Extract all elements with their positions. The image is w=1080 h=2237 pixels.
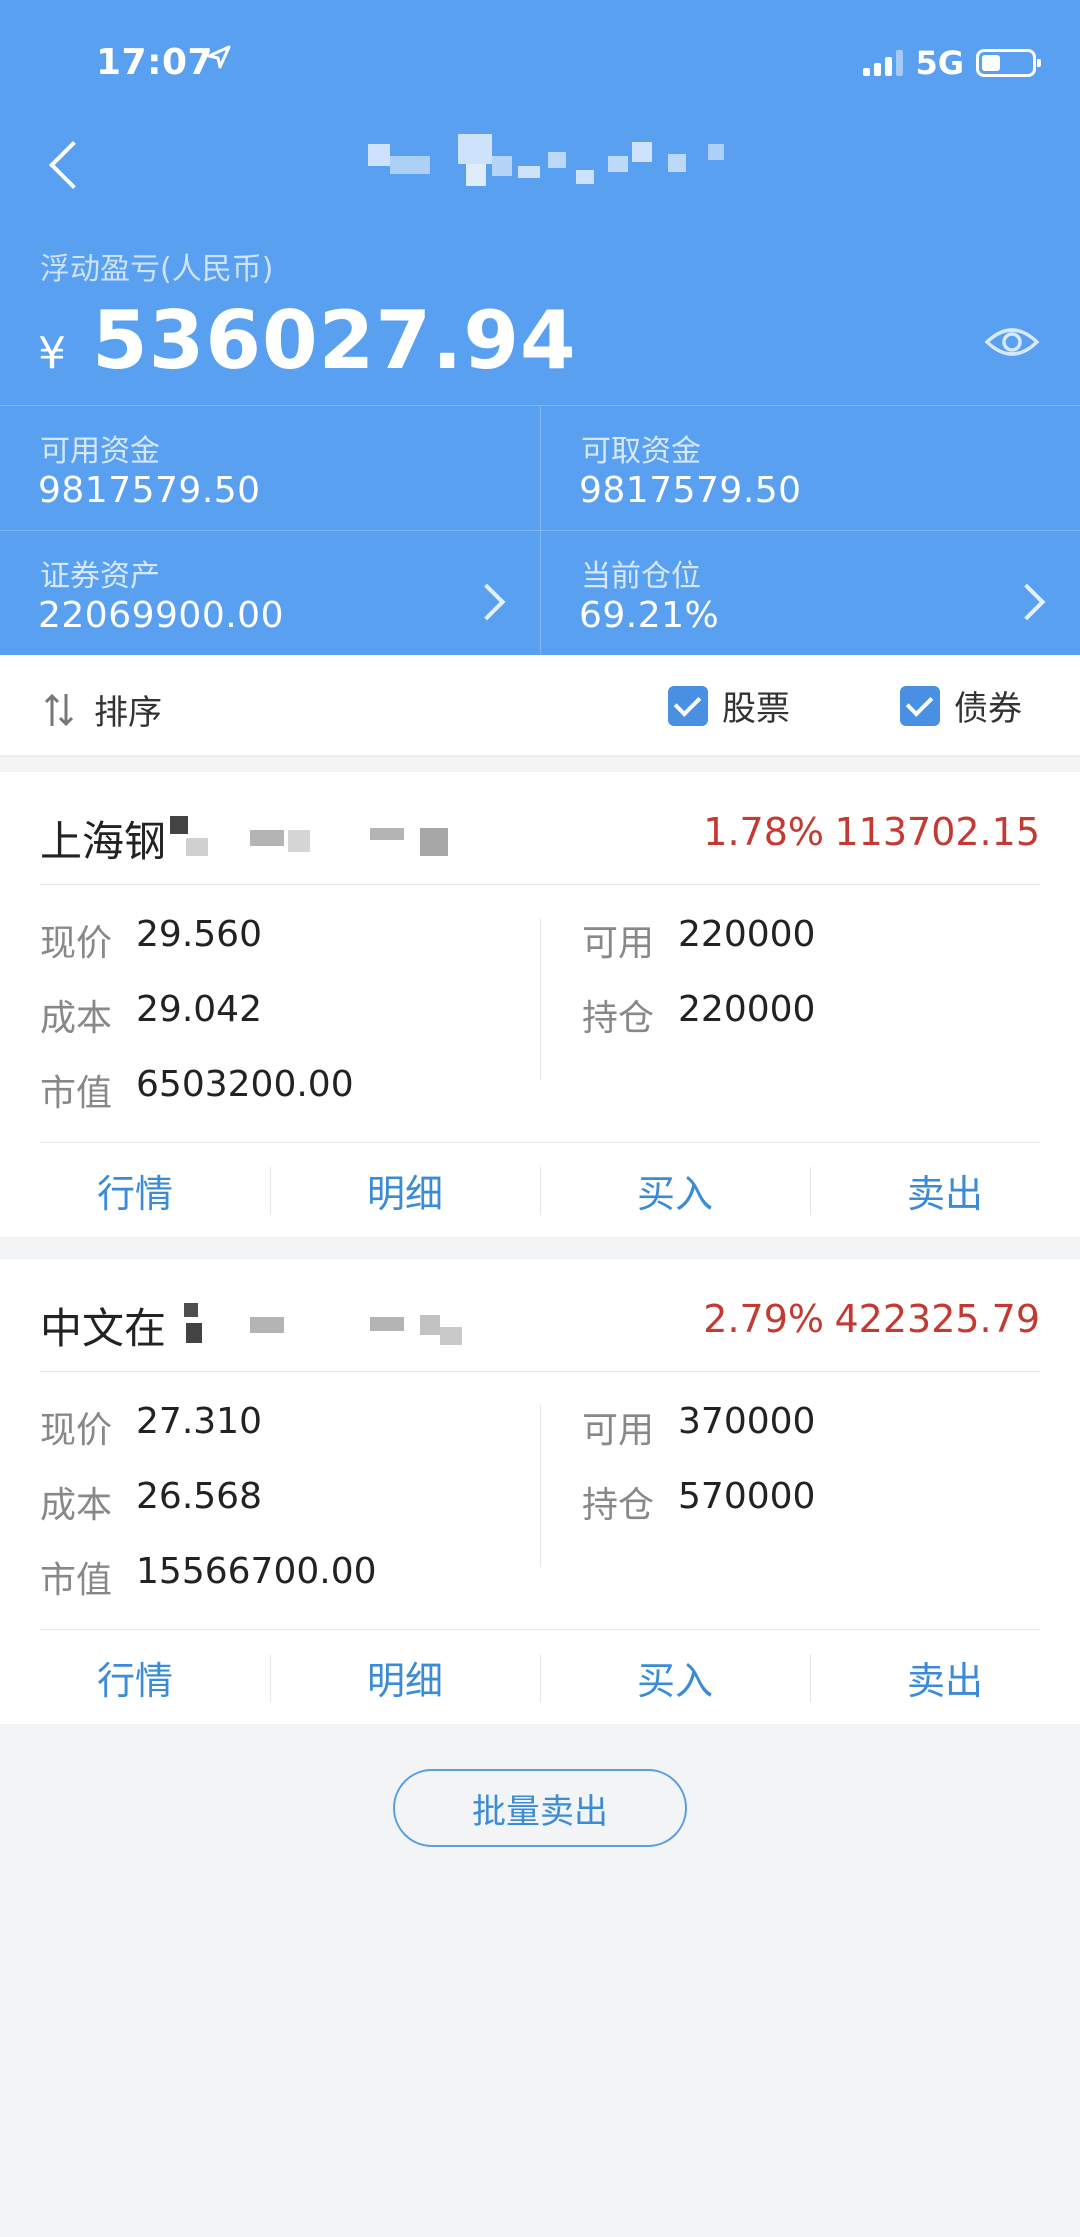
market-value-value: 15566700.00 bbox=[136, 1551, 377, 1592]
holding-actions: 行情 明细 买入 卖出 bbox=[0, 1630, 1080, 1724]
withdrawable-funds-label: 可取资金 bbox=[581, 434, 701, 469]
batch-sell-button[interactable]: 批量卖出 bbox=[393, 1769, 687, 1847]
pnl-amount: 113702.15 bbox=[834, 810, 1041, 854]
available-qty-label: 可用 bbox=[582, 923, 655, 964]
bond-label: 债券 bbox=[954, 689, 1022, 729]
divider bbox=[540, 918, 541, 1080]
stock-name: 中文在 bbox=[40, 1304, 167, 1353]
divider bbox=[40, 1371, 1040, 1372]
current-price-value: 29.560 bbox=[136, 914, 262, 955]
detail-button[interactable]: 明细 bbox=[270, 1630, 540, 1724]
checkbox-checked-icon bbox=[668, 685, 708, 726]
account-name-pixelated bbox=[368, 134, 738, 204]
stock-label: 股票 bbox=[722, 689, 790, 729]
detail-button[interactable]: 明细 bbox=[270, 1143, 540, 1237]
cost-row: 成本 29.042 bbox=[40, 989, 262, 1041]
filter-bar: 排序 股票 债券 bbox=[0, 655, 1080, 757]
currency-symbol: ¥ bbox=[38, 328, 66, 379]
stock-checkbox[interactable]: 股票 bbox=[668, 681, 790, 730]
current-price-row: 现价 27.310 bbox=[40, 1401, 262, 1453]
network-type: 5G bbox=[915, 44, 964, 82]
pnl-percent: 2.79% bbox=[703, 1297, 824, 1341]
current-price-label: 现价 bbox=[40, 923, 113, 964]
market-value-label: 市值 bbox=[40, 1560, 113, 1601]
sell-button[interactable]: 卖出 bbox=[810, 1630, 1080, 1724]
stock-name-pixelated bbox=[170, 816, 470, 856]
holding-qty-value: 570000 bbox=[678, 1476, 816, 1517]
checkbox-checked-icon bbox=[900, 685, 940, 726]
floating-pnl-value: 536027.94 bbox=[92, 294, 577, 387]
holding-actions: 行情 明细 买入 卖出 bbox=[0, 1143, 1080, 1237]
market-value-label: 市值 bbox=[40, 1073, 113, 1114]
holding-card[interactable]: 中文在 2.79% 422325.79 现价 27.310 成本 26.568 … bbox=[0, 1259, 1080, 1724]
securities-assets-label: 证券资产 bbox=[40, 559, 160, 594]
chevron-right-icon bbox=[468, 583, 506, 621]
securities-assets-value: 22069900.00 bbox=[38, 595, 284, 636]
current-price-row: 现价 29.560 bbox=[40, 914, 262, 966]
bond-checkbox[interactable]: 债券 bbox=[900, 681, 1022, 730]
holding-qty-row: 持仓 570000 bbox=[582, 1476, 815, 1528]
available-funds-cell: 可用资金 9817579.50 bbox=[0, 405, 540, 530]
status-bar: 17:07 5G bbox=[96, 38, 1041, 88]
current-position-value: 69.21% bbox=[579, 595, 720, 636]
withdrawable-funds-cell: 可取资金 9817579.50 bbox=[540, 405, 1080, 530]
sort-button[interactable]: 排序 bbox=[44, 685, 162, 734]
current-position-label: 当前仓位 bbox=[581, 559, 701, 594]
account-summary-header: 17:07 5G 浮动盈亏(人民币) ¥ 536027.94 可用资金 9817… bbox=[0, 0, 1080, 655]
sort-icon bbox=[44, 693, 74, 726]
divider bbox=[40, 884, 1040, 885]
sell-button[interactable]: 卖出 bbox=[810, 1143, 1080, 1237]
cost-label: 成本 bbox=[40, 998, 113, 1039]
stock-name: 上海钢 bbox=[40, 817, 167, 866]
securities-assets-cell[interactable]: 证券资产 22069900.00 bbox=[0, 530, 540, 655]
back-icon[interactable] bbox=[42, 134, 92, 194]
cost-value: 29.042 bbox=[136, 989, 262, 1030]
pnl-amount: 422325.79 bbox=[834, 1297, 1041, 1341]
stock-name-pixelated bbox=[170, 1303, 470, 1345]
quote-button[interactable]: 行情 bbox=[0, 1630, 270, 1724]
available-qty-row: 可用 370000 bbox=[582, 1401, 815, 1453]
pnl-percent: 1.78% bbox=[703, 810, 824, 854]
market-value-row: 市值 15566700.00 bbox=[40, 1551, 377, 1603]
quote-button[interactable]: 行情 bbox=[0, 1143, 270, 1237]
chevron-right-icon bbox=[1008, 583, 1046, 621]
status-time: 17:07 bbox=[96, 42, 214, 83]
market-value-row: 市值 6503200.00 bbox=[40, 1064, 354, 1116]
available-qty-label: 可用 bbox=[582, 1410, 655, 1451]
cost-label: 成本 bbox=[40, 1485, 113, 1526]
withdrawable-funds-value: 9817579.50 bbox=[579, 470, 802, 511]
available-funds-value: 9817579.50 bbox=[38, 470, 261, 511]
buy-button[interactable]: 买入 bbox=[540, 1143, 810, 1237]
floating-pnl-label: 浮动盈亏(人民币) bbox=[40, 252, 274, 287]
buy-button[interactable]: 买入 bbox=[540, 1630, 810, 1724]
holding-qty-label: 持仓 bbox=[582, 998, 655, 1039]
cost-value: 26.568 bbox=[136, 1476, 262, 1517]
floating-pnl: ¥ 536027.94 bbox=[38, 294, 577, 387]
location-arrow-icon bbox=[206, 44, 232, 74]
current-price-value: 27.310 bbox=[136, 1401, 262, 1442]
holding-qty-value: 220000 bbox=[678, 989, 816, 1030]
available-qty-value: 370000 bbox=[678, 1401, 816, 1442]
current-position-cell[interactable]: 当前仓位 69.21% bbox=[540, 530, 1080, 655]
eye-icon[interactable] bbox=[984, 320, 1040, 364]
market-value-value: 6503200.00 bbox=[136, 1064, 354, 1105]
holding-qty-label: 持仓 bbox=[582, 1485, 655, 1526]
available-qty-row: 可用 220000 bbox=[582, 914, 815, 966]
cost-row: 成本 26.568 bbox=[40, 1476, 262, 1528]
divider bbox=[540, 1405, 541, 1567]
available-qty-value: 220000 bbox=[678, 914, 816, 955]
sort-label: 排序 bbox=[94, 693, 162, 733]
holding-card[interactable]: 上海钢 1.78% 113702.15 现价 29.560 成本 29.042 … bbox=[0, 772, 1080, 1237]
signal-icon bbox=[863, 50, 904, 76]
status-indicators: 5G bbox=[863, 44, 1041, 82]
battery-icon bbox=[976, 49, 1041, 77]
nav-bar bbox=[0, 120, 1080, 210]
current-price-label: 现价 bbox=[40, 1410, 113, 1451]
holding-qty-row: 持仓 220000 bbox=[582, 989, 815, 1041]
available-funds-label: 可用资金 bbox=[40, 434, 160, 469]
